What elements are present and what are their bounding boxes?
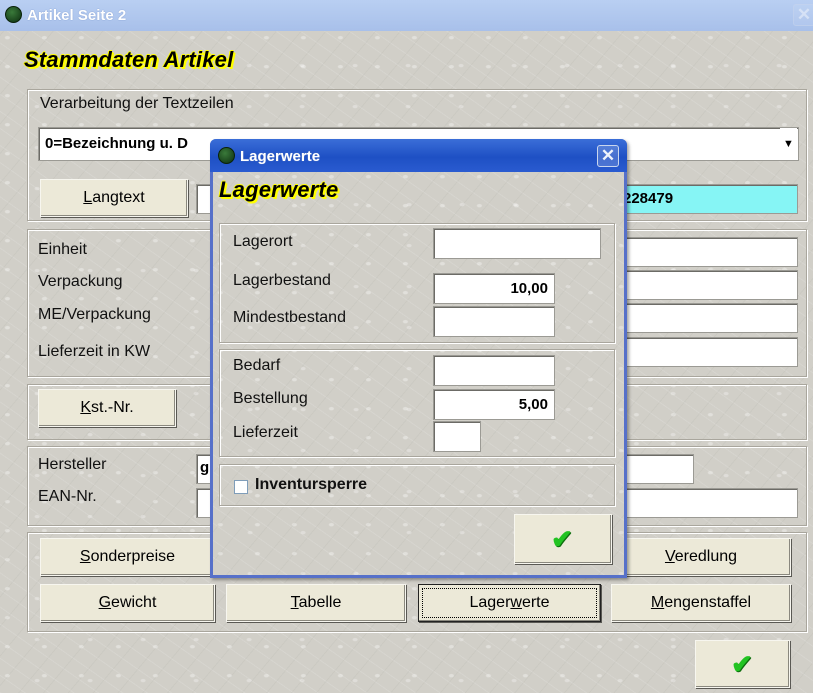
article-code-field: 228479 bbox=[622, 184, 798, 214]
me-packaging-field[interactable] bbox=[622, 303, 798, 333]
ok-button[interactable]: ✔ bbox=[695, 640, 790, 688]
lagerort-label: Lagerort bbox=[233, 233, 293, 250]
unit-label: Einheit bbox=[38, 241, 87, 258]
bedarf-label: Bedarf bbox=[233, 357, 281, 374]
dialog-ok-button[interactable]: ✔ bbox=[514, 514, 612, 564]
langtext-button[interactable]: Langtext bbox=[40, 179, 188, 217]
main-titlebar: Artikel Seite 2 ✕ bbox=[0, 0, 813, 31]
kst-nr-button[interactable]: Kst.-Nr. bbox=[38, 389, 176, 427]
dialog-close-button[interactable]: ✕ bbox=[597, 145, 619, 167]
page-heading: Stammdaten Artikel bbox=[24, 47, 234, 72]
lagerbestand-label: Lagerbestand bbox=[233, 272, 331, 289]
unit-field[interactable] bbox=[622, 237, 798, 267]
lagerwerte-dialog: Lagerwerte ✕ Lagerwerte Lagerort Lagerbe… bbox=[210, 139, 627, 578]
text-processing-label: Verarbeitung der Textzeilen bbox=[40, 95, 234, 112]
packaging-field[interactable] bbox=[622, 270, 798, 300]
lagerbestand-field[interactable]: 10,00 bbox=[433, 273, 555, 304]
checkmark-icon: ✔ bbox=[731, 649, 753, 679]
dialog-title: Lagerwerte bbox=[240, 148, 321, 165]
delivery-weeks-field[interactable] bbox=[622, 337, 798, 367]
main-window-title: Artikel Seite 2 bbox=[27, 7, 127, 24]
ean-field-tail[interactable] bbox=[622, 488, 798, 518]
lieferzeit-field[interactable] bbox=[433, 421, 481, 452]
dialog-app-icon bbox=[218, 147, 235, 164]
chevron-down-icon[interactable]: ▼ bbox=[780, 128, 797, 160]
bestellung-label: Bestellung bbox=[233, 390, 308, 407]
manufacturer-field-tail[interactable] bbox=[622, 454, 694, 484]
lagerort-field[interactable] bbox=[433, 228, 601, 259]
sonderpreise-button[interactable]: Sonderpreise bbox=[40, 538, 215, 576]
mindestbestand-label: Mindestbestand bbox=[233, 309, 346, 326]
inventursperre-checkbox[interactable] bbox=[234, 480, 248, 494]
mengenstaffel-button[interactable]: Mengenstaffel bbox=[611, 584, 791, 622]
mindestbestand-field[interactable] bbox=[433, 306, 555, 337]
me-packaging-label: ME/Verpackung bbox=[38, 306, 151, 323]
packaging-label: Verpackung bbox=[38, 273, 123, 290]
manufacturer-label: Hersteller bbox=[38, 456, 107, 473]
veredlung-button[interactable]: Veredlung bbox=[611, 538, 791, 576]
app-icon bbox=[5, 6, 22, 23]
lieferzeit-label: Lieferzeit bbox=[233, 424, 298, 441]
inventursperre-label: Inventursperre bbox=[255, 476, 368, 493]
bedarf-field[interactable] bbox=[433, 355, 555, 386]
ean-label: EAN-Nr. bbox=[38, 488, 97, 505]
dialog-titlebar: Lagerwerte ✕ bbox=[210, 139, 627, 172]
gewicht-button[interactable]: Gewicht bbox=[40, 584, 215, 622]
dialog-heading: Lagerwerte bbox=[219, 177, 339, 202]
lagerwerte-button[interactable]: Lagerwerte bbox=[418, 584, 601, 622]
bestellung-field[interactable]: 5,00 bbox=[433, 389, 555, 420]
checkmark-icon: ✔ bbox=[551, 524, 573, 554]
main-close-button[interactable]: ✕ bbox=[793, 4, 813, 26]
delivery-weeks-label: Lieferzeit in KW bbox=[38, 343, 151, 360]
text-processing-value: 0=Bezeichnung u. D bbox=[45, 135, 188, 152]
tabelle-button[interactable]: Tabelle bbox=[226, 584, 406, 622]
